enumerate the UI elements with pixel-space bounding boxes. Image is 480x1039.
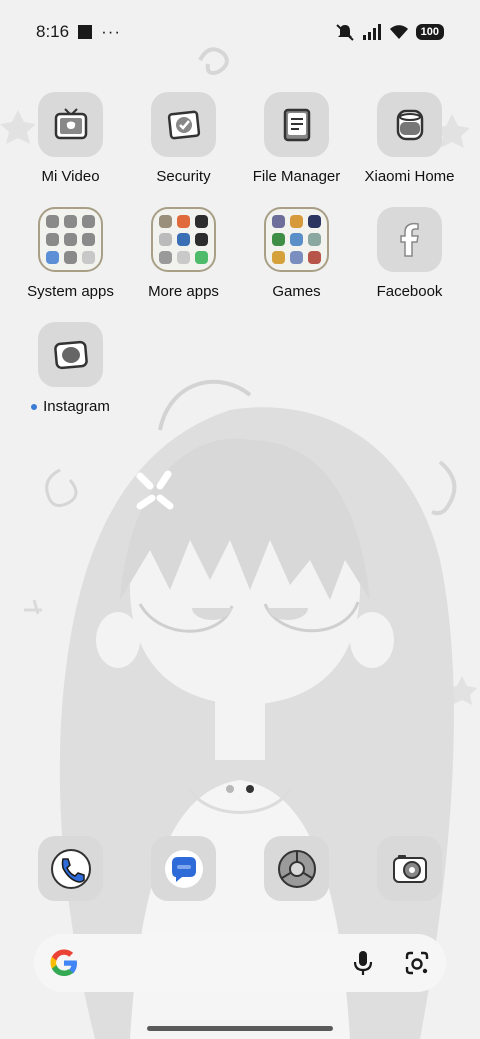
- google-logo-icon: [50, 949, 77, 976]
- folder-mini-app-icon: [82, 215, 95, 228]
- battery-icon: 100: [415, 24, 444, 40]
- document-icon: [264, 92, 329, 157]
- app-xiaomi-home[interactable]: Xiaomi Home: [353, 92, 466, 207]
- folder-mini-app-icon: [272, 251, 285, 264]
- folder-mini-app-icon: [272, 233, 285, 246]
- folder-mini-app-icon: [82, 251, 95, 264]
- app-instagram[interactable]: Instagram: [14, 322, 127, 437]
- folder-mini-app-icon: [195, 215, 208, 228]
- folder-mini-app-icon: [308, 233, 321, 246]
- folder-mini-app-icon: [64, 215, 77, 228]
- phone-icon: [38, 836, 103, 901]
- shield-check-icon: [151, 92, 216, 157]
- google-search-bar[interactable]: [34, 934, 446, 992]
- app-row: Instagram: [14, 322, 466, 437]
- folder-mini-app-icon: [64, 251, 77, 264]
- folder-mini-app-icon: [46, 215, 59, 228]
- folder-mini-app-icon: [272, 215, 285, 228]
- more-notifications-icon: ···: [101, 22, 122, 41]
- app-label: Security: [156, 168, 211, 185]
- camera-icon: [377, 836, 442, 901]
- folder-icon: [151, 207, 216, 272]
- new-install-dot: [31, 403, 38, 410]
- app-label: Mi Video: [41, 168, 100, 185]
- dock: [14, 836, 466, 901]
- page-dot[interactable]: [226, 785, 234, 793]
- folder-icon: [264, 207, 329, 272]
- app-facebook[interactable]: Facebook: [353, 207, 466, 322]
- app-label: Instagram: [31, 398, 110, 415]
- folder-mini-app-icon: [308, 251, 321, 264]
- messages-icon: [151, 836, 216, 901]
- folder-icon: [38, 207, 103, 272]
- chrome-icon: [264, 836, 329, 901]
- dock-messages[interactable]: [127, 836, 240, 901]
- folder-mini-app-icon: [195, 233, 208, 246]
- tv-icon: [38, 92, 103, 157]
- folder-games[interactable]: Games: [240, 207, 353, 322]
- wifi-icon: [389, 25, 408, 39]
- gesture-home-bar[interactable]: [147, 1026, 333, 1031]
- app-row: Mi Video Security File Manager Xiaomi Ho…: [14, 92, 466, 207]
- folder-mini-app-icon: [195, 251, 208, 264]
- folder-mini-app-icon: [177, 233, 190, 246]
- dock-camera[interactable]: [353, 836, 466, 901]
- page-indicator: [0, 785, 480, 793]
- folder-mini-app-icon: [159, 233, 172, 246]
- app-label: File Manager: [252, 168, 341, 185]
- status-bar: 8:16 ··· 100: [0, 0, 480, 64]
- folder-label: Games: [272, 283, 321, 300]
- mute-icon: [335, 24, 354, 41]
- notification-square-icon: [78, 25, 93, 39]
- app-label: Xiaomi Home: [364, 168, 455, 185]
- app-mi-video[interactable]: Mi Video: [14, 92, 127, 207]
- clock: 8:16: [36, 22, 70, 41]
- folder-system-apps[interactable]: System apps: [14, 207, 127, 322]
- app-label: Facebook: [376, 283, 443, 300]
- folder-mini-app-icon: [46, 233, 59, 246]
- folder-mini-app-icon: [46, 251, 59, 264]
- app-row: System apps More apps Games Facebook: [14, 207, 466, 322]
- google-lens-icon[interactable]: [404, 950, 430, 976]
- signal-icon: [362, 24, 381, 40]
- folder-label: More apps: [148, 283, 219, 300]
- dock-phone[interactable]: [14, 836, 127, 901]
- folder-mini-app-icon: [82, 233, 95, 246]
- home-device-icon: [377, 92, 442, 157]
- app-file-manager[interactable]: File Manager: [240, 92, 353, 207]
- page-dot-active[interactable]: [246, 785, 254, 793]
- folder-mini-app-icon: [159, 251, 172, 264]
- folder-mini-app-icon: [159, 215, 172, 228]
- folder-mini-app-icon: [290, 251, 303, 264]
- folder-mini-app-icon: [64, 233, 77, 246]
- instagram-icon: [38, 322, 103, 387]
- folder-mini-app-icon: [308, 215, 321, 228]
- folder-mini-app-icon: [177, 215, 190, 228]
- app-security[interactable]: Security: [127, 92, 240, 207]
- app-label-text: Instagram: [43, 398, 110, 415]
- microphone-icon[interactable]: [352, 949, 374, 977]
- folder-mini-app-icon: [290, 233, 303, 246]
- folder-more-apps[interactable]: More apps: [127, 207, 240, 322]
- folder-label: System apps: [27, 283, 114, 300]
- home-app-grid: Mi Video Security File Manager Xiaomi Ho…: [14, 92, 466, 437]
- folder-mini-app-icon: [290, 215, 303, 228]
- folder-mini-app-icon: [177, 251, 190, 264]
- dock-chrome[interactable]: [240, 836, 353, 901]
- facebook-icon: [377, 207, 442, 272]
